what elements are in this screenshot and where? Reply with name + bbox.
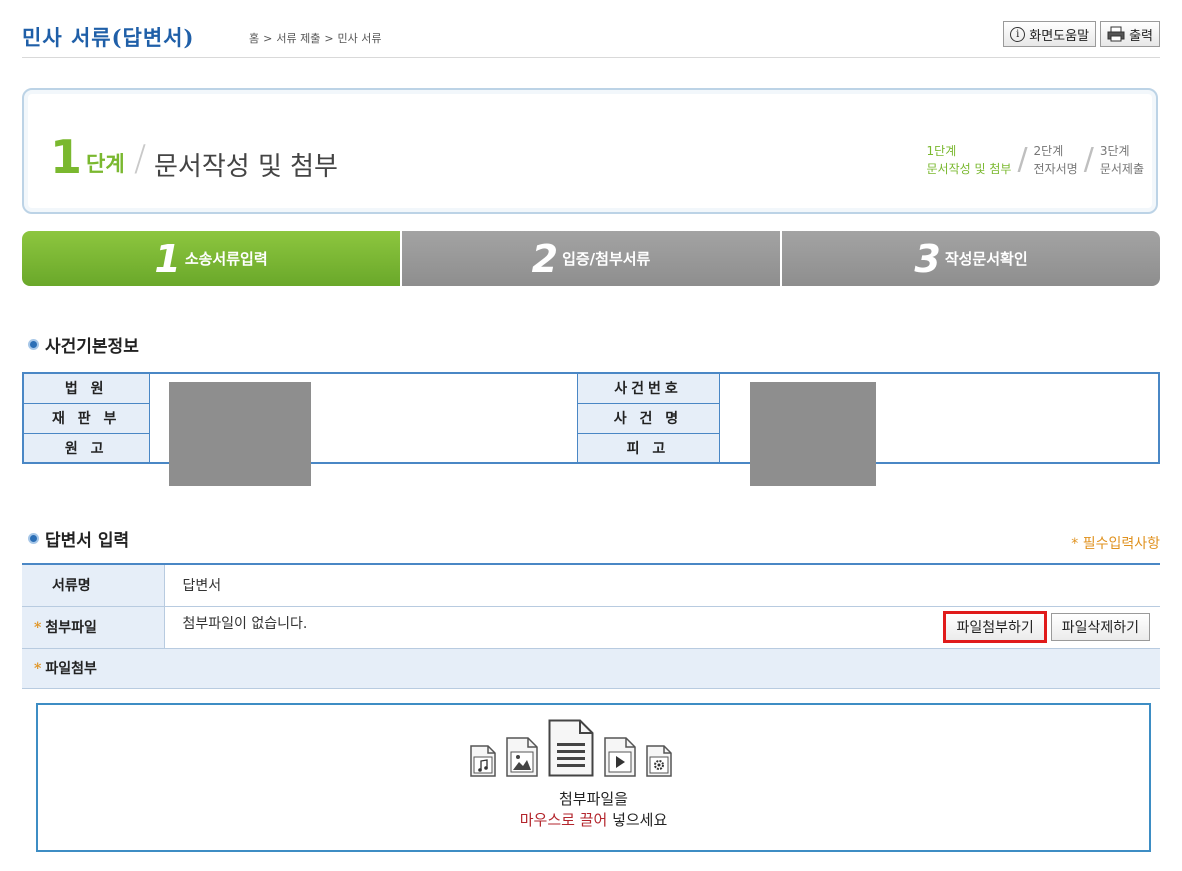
breadcrumb-home[interactable]: 홈 [249, 32, 259, 45]
file-type-icons [470, 719, 672, 777]
tab-number: 1 [154, 236, 181, 281]
help-button-label: 화면도움말 [1029, 28, 1090, 44]
file-drop-zone[interactable]: 첨부파일을 마우스로 끌어 넣으세요 [36, 703, 1151, 852]
redacted-block [749, 382, 876, 486]
case-info-title: 사건기본정보 [45, 337, 139, 357]
file-upload-label: 파일첨부 [45, 661, 97, 677]
settings-file-icon [646, 745, 672, 777]
printer-icon [1107, 26, 1125, 42]
attach-file-status: 첨부파일이 없습니다. [182, 616, 308, 632]
court-division-plaintiff-values [148, 372, 578, 486]
case-info-heading: 사건기본정보 [28, 332, 139, 357]
bullet-icon [28, 339, 39, 350]
mini-step-1-title: 1단계 [926, 144, 957, 158]
case-number-label: 사건번호 [576, 372, 720, 404]
step-title: 문서작성 및 첨부 [154, 152, 338, 182]
page-title: 민사 서류(답변서) [22, 25, 195, 50]
drop-zone-drag-text: 마우스로 끌어 [519, 811, 608, 829]
defendant-label: 피 고 [576, 432, 720, 464]
mini-step-divider: / [1017, 142, 1028, 177]
plaintiff-label: 원 고 [22, 432, 150, 464]
tab-litigation-docs[interactable]: 1 소송서류입력 [22, 231, 402, 286]
mini-step-3-desc: 문서제출 [1099, 162, 1144, 176]
doc-name-label: 서류명 [22, 564, 165, 607]
print-button-label: 출력 [1129, 28, 1153, 44]
mini-step-1-desc: 문서작성 및 첨부 [926, 162, 1012, 176]
case-name-label: 사 건 명 [576, 402, 720, 434]
page-header: 민사 서류(답변서) 홈 > 서류 제출 > 민사 서류 i 화면도움말 출력 [22, 14, 1160, 58]
tab-number: 3 [914, 236, 941, 281]
answer-input-table: 서류명 답변서 * 첨부파일 첨부파일이 없습니다. 파일첨부하기 파일삭제하기 … [22, 563, 1160, 689]
tab-number: 2 [531, 236, 559, 281]
bullet-icon [28, 533, 39, 544]
drop-zone-rest-text: 넣으세요 [607, 811, 668, 829]
breadcrumb: 홈 > 서류 제출 > 민사 서류 [249, 32, 382, 45]
mini-step-3: 3단계 문서제출 [1100, 142, 1144, 178]
attach-file-label-cell: * 첨부파일 [22, 606, 165, 649]
file-upload-header: * 파일첨부 [22, 648, 1160, 689]
required-star: * [34, 620, 42, 636]
step-indicator-box: 1 단계 / 문서작성 및 첨부 1단계 문서작성 및 첨부 / 2단계 전자서… [22, 88, 1158, 214]
attach-file-label: 첨부파일 [45, 620, 97, 636]
drop-zone-line2: 마우스로 끌어 넣으세요 [38, 810, 1149, 831]
mini-step-2-title: 2단계 [1033, 144, 1064, 158]
case-values [718, 372, 1160, 486]
breadcrumb-civil[interactable]: 민사 서류 [338, 32, 382, 45]
answer-input-heading: 답변서 입력 [28, 526, 129, 551]
print-button[interactable]: 출력 [1100, 21, 1160, 47]
doc-name-value: 답변서 [164, 564, 1160, 607]
video-file-icon [604, 737, 636, 777]
audio-file-icon [470, 745, 496, 777]
required-note: * 필수입력사항 [1071, 536, 1160, 552]
mini-step-divider: / [1083, 142, 1094, 177]
drop-zone-instructions: 첨부파일을 마우스로 끌어 넣으세요 [38, 789, 1149, 831]
court-label: 법 원 [22, 372, 150, 404]
case-info-table: 법 원 사건번호 재 판 부 사 건 명 원 고 피 고 [22, 372, 1160, 486]
redacted-block [168, 382, 311, 486]
image-file-icon [506, 737, 538, 777]
mini-step-1: 1단계 문서작성 및 첨부 [927, 142, 1012, 178]
answer-input-title: 답변서 입력 [45, 531, 130, 551]
tab-review-docs[interactable]: 3 작성문서확인 [782, 231, 1160, 286]
tab-label: 작성문서확인 [944, 250, 1028, 268]
document-file-icon [548, 719, 594, 777]
step-tabs: 1 소송서류입력 2 입증/첨부서류 3 작성문서확인 [22, 231, 1160, 286]
delete-file-button[interactable]: 파일삭제하기 [1050, 613, 1150, 641]
tab-label: 소송서류입력 [184, 250, 268, 268]
tab-evidence-docs[interactable]: 2 입증/첨부서류 [402, 231, 782, 286]
help-button[interactable]: i 화면도움말 [1003, 21, 1097, 47]
attach-file-cell: 첨부파일이 없습니다. 파일첨부하기 파일삭제하기 [164, 606, 1160, 649]
info-icon: i [1010, 26, 1026, 42]
tab-label: 입증/첨부서류 [562, 250, 651, 268]
mini-step-2: 2단계 전자서명 [1034, 142, 1078, 178]
mini-step-2-desc: 전자서명 [1033, 162, 1078, 176]
mini-step-list: 1단계 문서작성 및 첨부 / 2단계 전자서명 / 3단계 문서제출 [927, 142, 1144, 178]
division-label: 재 판 부 [22, 402, 150, 434]
step-word: 단계 [86, 152, 125, 176]
step-number: 1 [50, 130, 83, 184]
step-divider: / [134, 138, 147, 179]
mini-step-3-title: 3단계 [1099, 144, 1130, 158]
attach-file-button[interactable]: 파일첨부하기 [943, 611, 1047, 643]
drop-zone-line1: 첨부파일을 [558, 790, 628, 808]
breadcrumb-submit[interactable]: 서류 제출 [276, 32, 320, 45]
required-star: * [34, 661, 42, 677]
